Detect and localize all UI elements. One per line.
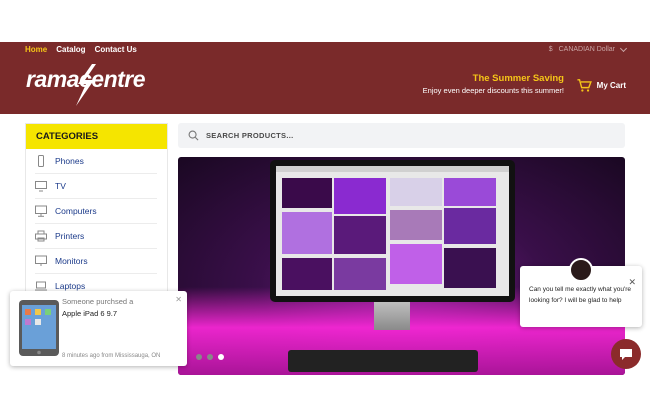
slider-dots	[196, 354, 224, 360]
close-icon[interactable]: ✕	[175, 295, 182, 304]
search-icon	[188, 130, 199, 141]
chat-button[interactable]	[611, 339, 641, 369]
hero-monitor-image	[270, 160, 515, 302]
category-label: Computers	[55, 206, 97, 216]
chat-bubble: ✕ Can you tell me exactly what you're lo…	[520, 258, 642, 327]
tv-icon	[35, 181, 47, 192]
nav-catalog[interactable]: Catalog	[56, 45, 85, 54]
search-input[interactable]	[206, 131, 606, 140]
phone-icon	[38, 155, 44, 167]
monitor-stand	[374, 302, 410, 330]
categories-heading: CATEGORIES	[26, 124, 167, 149]
ipad-thumbnail	[19, 300, 59, 356]
cart-icon	[577, 79, 592, 92]
chat-message: Can you tell me exactly what you're look…	[529, 286, 632, 305]
lightning-bolt-icon	[76, 64, 96, 106]
category-tv[interactable]: TV	[35, 174, 157, 199]
popup-product[interactable]: Apple iPad 6 9.7	[62, 309, 117, 318]
category-label: TV	[55, 181, 66, 191]
cart-button[interactable]: My Cart	[576, 77, 626, 94]
nav-contact[interactable]: Contact Us	[95, 45, 137, 54]
category-label: Monitors	[55, 256, 88, 266]
category-computers[interactable]: Computers	[35, 199, 157, 224]
keyboard	[288, 350, 478, 372]
monitor-icon	[35, 255, 47, 266]
avatar	[569, 258, 593, 282]
search-bar[interactable]	[178, 123, 625, 148]
category-phones[interactable]: Phones	[35, 149, 157, 174]
recent-purchase-popup[interactable]: Someone purchsed a Apple iPad 6 9.7 8 mi…	[10, 291, 187, 366]
page: Home Catalog Contact Us $ CANADIAN Dolla…	[0, 0, 650, 418]
category-monitors[interactable]: Monitors	[35, 249, 157, 274]
monitor-screen	[276, 166, 509, 296]
popup-meta: 8 minutes ago from Mississauga, ON	[62, 353, 161, 359]
computer-icon	[35, 205, 47, 217]
site-header: Home Catalog Contact Us $ CANADIAN Dolla…	[0, 42, 650, 114]
printer-icon	[35, 230, 47, 242]
promo-banner: The Summer Saving Enjoy even deeper disc…	[423, 73, 564, 95]
categories-sidebar: CATEGORIES Phones TV Computers Printers …	[25, 123, 168, 303]
nav-home[interactable]: Home	[25, 45, 47, 54]
chevron-down-icon	[619, 44, 628, 52]
currency-label: CANADIAN Dollar	[558, 46, 615, 53]
category-printers[interactable]: Printers	[35, 224, 157, 249]
currency-symbol: $	[548, 46, 553, 53]
category-label: Laptops	[55, 281, 86, 291]
category-label: Phones	[55, 156, 84, 166]
promo-subtitle: Enjoy even deeper discounts this summer!	[422, 86, 564, 95]
chat-icon	[620, 349, 632, 360]
currency-selector[interactable]: $ CANADIAN Dollar	[548, 44, 628, 53]
slider-dot-active[interactable]	[218, 354, 224, 360]
slider-dot[interactable]	[207, 354, 213, 360]
promo-title: The Summer Saving	[472, 73, 564, 84]
top-nav: Home Catalog Contact Us	[25, 45, 137, 54]
popup-line1: Someone purchsed a	[62, 297, 134, 306]
category-label: Printers	[55, 231, 85, 241]
slider-dot[interactable]	[196, 354, 202, 360]
cart-label: My Cart	[596, 81, 626, 90]
